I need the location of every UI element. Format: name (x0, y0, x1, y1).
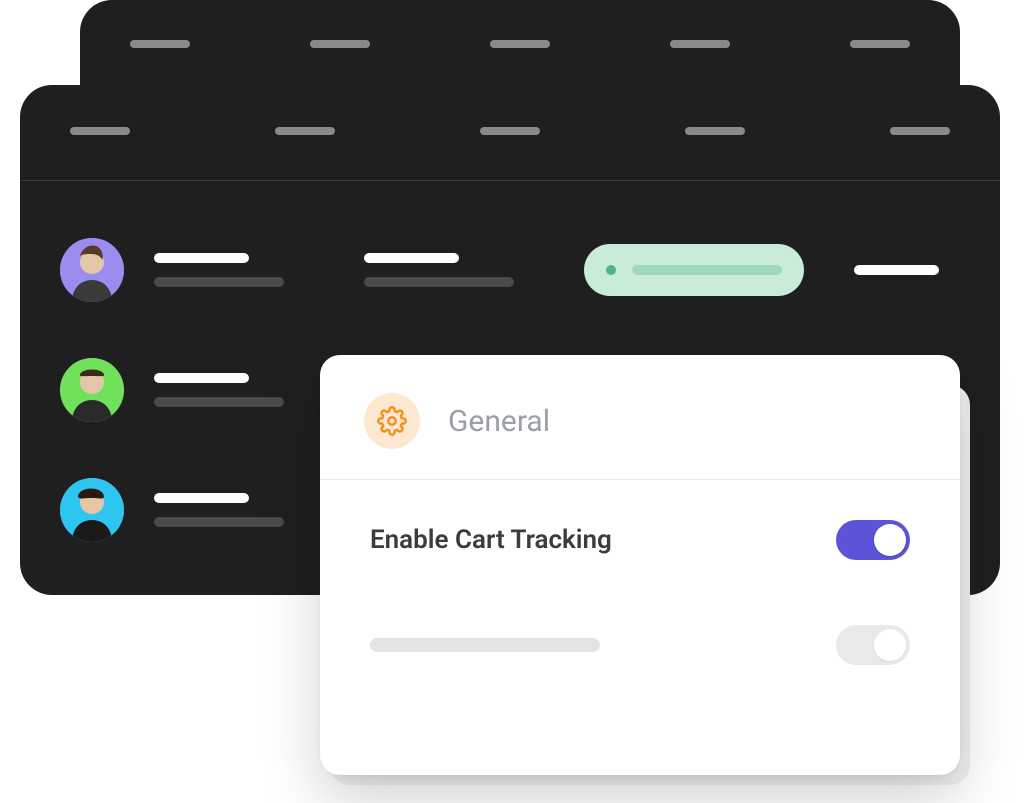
column-header-skeleton (310, 40, 370, 48)
toggle-cart-tracking[interactable] (836, 520, 910, 560)
toggle-knob (874, 629, 906, 661)
text-skeleton (854, 265, 939, 275)
text-skeleton (154, 277, 284, 287)
text-skeleton (632, 265, 782, 275)
column-header-skeleton (685, 127, 745, 135)
gear-icon (364, 393, 420, 449)
text-skeleton (154, 373, 249, 383)
avatar (60, 238, 124, 302)
status-chip[interactable] (584, 244, 804, 296)
status-dot-icon (606, 265, 616, 275)
cell-action (854, 265, 949, 275)
setting-label: Enable Cart Tracking (370, 525, 612, 555)
text-skeleton (154, 253, 249, 263)
header-bar (20, 127, 1000, 135)
avatar (60, 478, 124, 542)
column-header-skeleton (130, 40, 190, 48)
text-skeleton (154, 397, 284, 407)
column-header-skeleton (490, 40, 550, 48)
header-bar (80, 40, 960, 48)
card-header: General (320, 355, 960, 479)
setting-row: Enable Cart Tracking (320, 480, 960, 600)
text-skeleton (370, 638, 600, 652)
text-skeleton (364, 253, 459, 263)
text-skeleton (154, 493, 249, 503)
column-header-skeleton (850, 40, 910, 48)
cell-detail (364, 253, 524, 287)
table-row[interactable] (60, 210, 960, 330)
toggle-secondary[interactable] (836, 625, 910, 665)
settings-card: General Enable Cart Tracking (320, 355, 960, 775)
card-title: General (448, 404, 550, 439)
column-header-skeleton (480, 127, 540, 135)
cell-name (154, 253, 304, 287)
column-header-skeleton (70, 127, 130, 135)
cell-name (154, 373, 304, 407)
text-skeleton (364, 277, 514, 287)
cell-name (154, 493, 304, 527)
toggle-knob (874, 524, 906, 556)
column-header-skeleton (890, 127, 950, 135)
header-divider (20, 180, 1000, 181)
setting-row (320, 600, 960, 690)
avatar (60, 358, 124, 422)
text-skeleton (154, 517, 284, 527)
column-header-skeleton (275, 127, 335, 135)
cell-status (584, 244, 814, 296)
column-header-skeleton (670, 40, 730, 48)
